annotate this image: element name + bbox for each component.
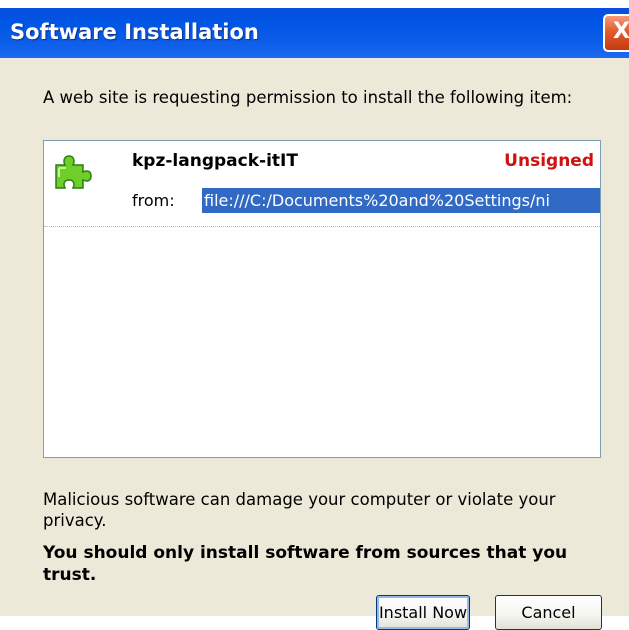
- intro-text: A web site is requesting permission to i…: [43, 88, 573, 107]
- close-button[interactable]: X: [603, 14, 629, 52]
- title-bar: Software Installation X: [0, 0, 629, 58]
- source-url[interactable]: file:///C:/Documents%20and%20Settings/ni: [202, 188, 600, 213]
- trust-warning: You should only install software from so…: [43, 543, 568, 585]
- puzzle-piece-icon: [55, 155, 92, 189]
- install-item-list[interactable]: kpz-langpack-itIT Unsigned from: file://…: [43, 140, 601, 458]
- item-name: kpz-langpack-itIT: [132, 151, 298, 171]
- malicious-warning: Malicious software can damage your compu…: [43, 490, 556, 530]
- cancel-button[interactable]: Cancel: [495, 595, 602, 630]
- unsigned-badge: Unsigned: [504, 151, 594, 171]
- list-item[interactable]: kpz-langpack-itIT Unsigned from: file://…: [44, 141, 600, 227]
- close-icon: X: [613, 19, 629, 44]
- from-label: from:: [132, 191, 175, 210]
- window-title: Software Installation: [10, 20, 259, 44]
- install-now-button[interactable]: Install Now: [376, 595, 470, 630]
- dialog-body: A web site is requesting permission to i…: [0, 58, 629, 630]
